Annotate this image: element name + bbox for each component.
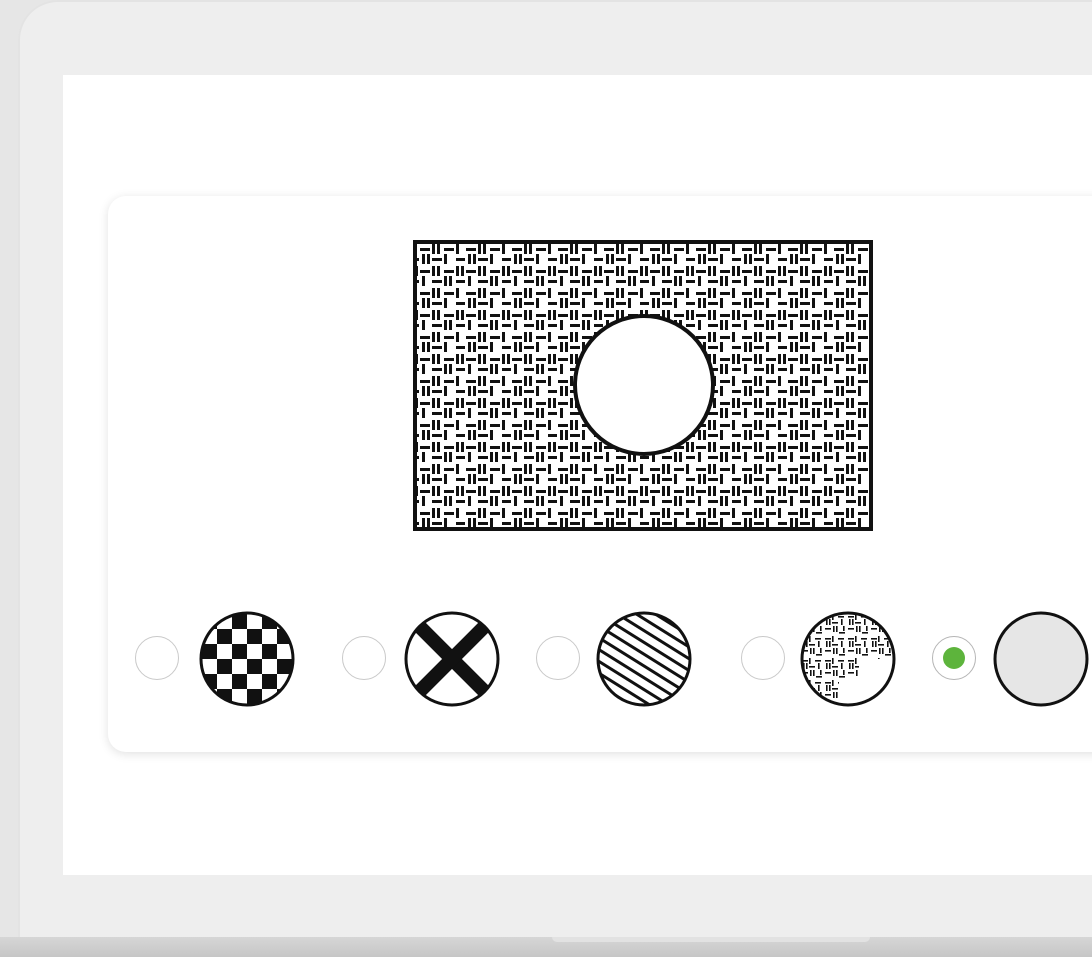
radio-x-cross[interactable]	[342, 636, 386, 680]
diagonal-stripes-swatch-icon[interactable]	[595, 610, 693, 708]
radio-solid-gray[interactable]	[932, 636, 976, 680]
radio-selected-dot	[943, 647, 965, 669]
solid-gray-swatch-icon[interactable]	[992, 610, 1090, 708]
radio-basket-weave[interactable]	[741, 636, 785, 680]
radio-checkerboard[interactable]	[135, 636, 179, 680]
laptop-base	[0, 937, 1092, 957]
basket-weave-swatch-icon[interactable]	[799, 610, 897, 708]
x-cross-swatch-icon[interactable]	[403, 610, 501, 708]
checkerboard-swatch-icon[interactable]	[198, 610, 296, 708]
radio-diagonal-stripes[interactable]	[536, 636, 580, 680]
preview-hole	[573, 314, 715, 456]
texture-preview	[413, 240, 873, 531]
laptop-notch	[552, 937, 870, 942]
